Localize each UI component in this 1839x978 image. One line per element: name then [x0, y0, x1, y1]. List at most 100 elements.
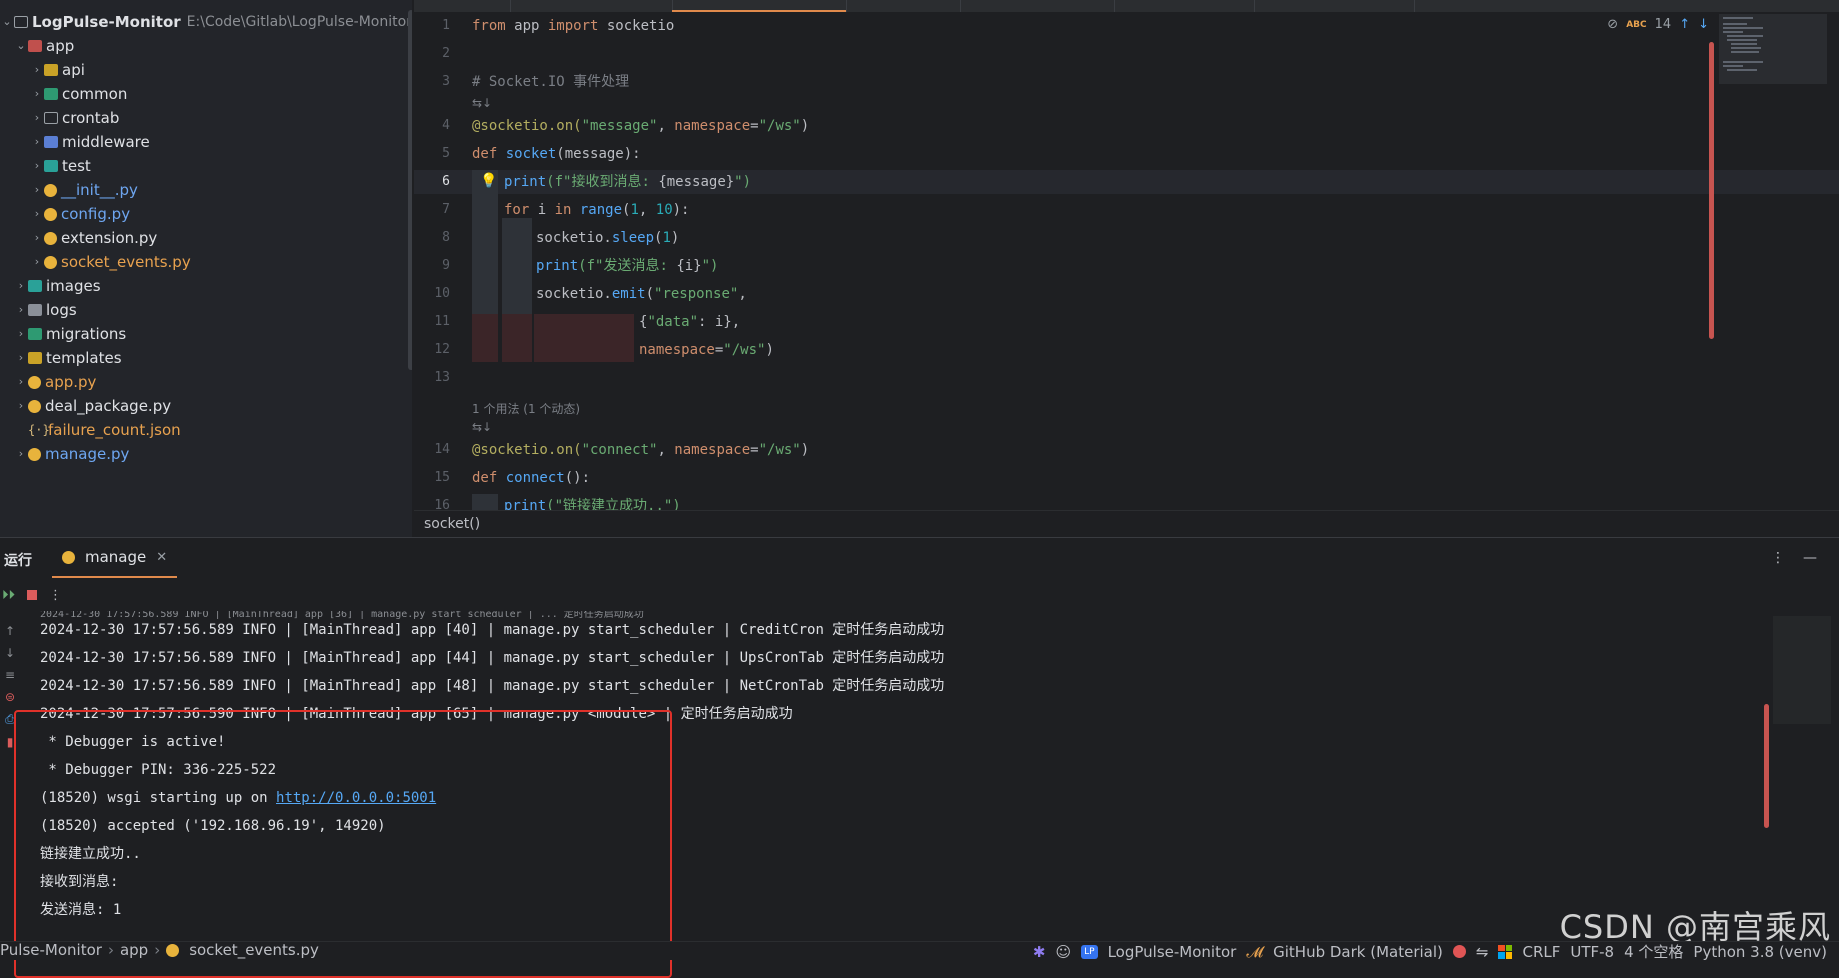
stop-icon[interactable]: [27, 590, 37, 600]
line-number: 10: [434, 286, 450, 301]
line-number: 3: [442, 74, 450, 89]
code-line[interactable]: for i in range(1, 10):: [504, 198, 689, 222]
status-line-ending[interactable]: CRLF: [1522, 943, 1560, 961]
breadcrumb[interactable]: socket(): [424, 516, 480, 532]
minimize-icon[interactable]: —: [1803, 550, 1817, 566]
git-icon[interactable]: ⇋: [1476, 943, 1489, 961]
scroll-to-end-icon[interactable]: ⊜: [5, 690, 15, 704]
tree-item-label: manage.py: [45, 445, 130, 463]
chevron-down-icon[interactable]: ⌄: [14, 32, 28, 60]
active-tab-indicator: [672, 10, 846, 12]
python-file-icon: [62, 550, 75, 564]
line-number: 7: [442, 202, 450, 217]
code-line[interactable]: # Socket.IO 事件处理: [472, 70, 629, 94]
python-file-icon: [44, 255, 57, 269]
theme-icon: 𝓜: [1246, 942, 1264, 961]
run-tab-label: manage: [85, 548, 147, 566]
line-number: 8: [442, 230, 450, 245]
soft-wrap-icon[interactable]: ≡: [5, 668, 15, 682]
editor-inspection-widget[interactable]: ⊘ ABC 14 ↑ ↓: [1607, 17, 1709, 32]
line-number: 4: [442, 118, 450, 133]
code-line[interactable]: from app import socketio: [472, 14, 674, 38]
python-file-icon: [28, 399, 41, 413]
code-editor[interactable]: 1 2 3 4 5 6 7 8 9 10 11 12 13 14 15 16 💡…: [414, 0, 1839, 537]
ai-assistant-icon[interactable]: ✱: [1033, 943, 1046, 961]
arrow-up-icon[interactable]: ↑: [1679, 17, 1690, 32]
code-line[interactable]: print(f"接收到消息: {message}"): [504, 170, 751, 194]
chevron-right-icon[interactable]: ›: [14, 392, 28, 420]
folder-icon: [14, 16, 28, 28]
scroll-down-icon[interactable]: ↓: [5, 646, 15, 660]
annotation-highlight-box: [14, 710, 672, 978]
run-tab-manage[interactable]: manage ✕: [52, 538, 178, 578]
more-options-icon[interactable]: ⋮: [1771, 550, 1785, 566]
chevron-right-icon[interactable]: ›: [14, 440, 28, 468]
tree-scrollbar[interactable]: [408, 10, 412, 370]
console-line: 2024-12-30 17:57:56.589 INFO | [MainThre…: [40, 650, 945, 666]
usage-hint[interactable]: 1 个用法 (1 个动态): [472, 400, 580, 417]
rerun-icon[interactable]: ⏵⏵: [2, 588, 15, 603]
status-encoding[interactable]: UTF-8: [1570, 943, 1614, 961]
close-icon[interactable]: ✕: [156, 550, 167, 565]
code-line[interactable]: {"data": i},: [639, 310, 740, 334]
console-minimap[interactable]: [1773, 616, 1831, 724]
chevron-right-icon: ›: [107, 941, 114, 959]
python-file-icon: [28, 375, 41, 389]
code-line[interactable]: @socketio.on("message", namespace="/ws"): [472, 114, 809, 138]
console-line: 2024-12-30 17:57:56.589 INFO | [MainThre…: [40, 622, 945, 638]
editor-tab-strip[interactable]: [414, 0, 1839, 12]
more-options-icon[interactable]: ⋮: [49, 588, 62, 603]
code-line[interactable]: @socketio.on("connect", namespace="/ws"): [472, 438, 809, 462]
line-number: 14: [434, 442, 450, 457]
run-header: 运行 manage ✕ ⋮ —: [0, 538, 1839, 578]
line-number: 9: [442, 258, 450, 273]
editor-scrollbar[interactable]: [1709, 42, 1714, 339]
json-file-icon: {·}: [28, 423, 50, 437]
line-number: 6: [442, 174, 450, 189]
folder-icon: [28, 280, 42, 292]
error-indicator-icon[interactable]: [1452, 945, 1466, 958]
line-number: 13: [434, 370, 450, 385]
project-path: E:\Code\Gitlab\LogPulse-Monitor: [186, 14, 412, 30]
code-line[interactable]: namespace="/ws"): [639, 338, 774, 362]
folder-icon: [28, 304, 42, 316]
arrow-down-icon[interactable]: ↓: [1698, 17, 1709, 32]
python-file-icon: [44, 231, 57, 245]
inlay-hint-icon[interactable]: ⇆↓: [472, 420, 492, 434]
eye-off-icon[interactable]: ⊘: [1607, 17, 1618, 32]
code-line[interactable]: print(f"发送消息: {i}"): [536, 254, 718, 278]
copilot-icon[interactable]: ☺: [1055, 943, 1071, 961]
status-path-item[interactable]: socket_events.py: [189, 941, 319, 959]
folder-icon: [44, 136, 58, 148]
code-line[interactable]: def connect():: [472, 466, 590, 490]
project-tree-panel: ⌄ LogPulse-Monitor E:\Code\Gitlab\LogPul…: [0, 0, 412, 537]
scroll-up-icon[interactable]: ↑: [5, 624, 15, 638]
problems-count[interactable]: 14: [1655, 17, 1672, 32]
trash-icon[interactable]: ▮: [7, 735, 14, 749]
code-line[interactable]: def socket(message):: [472, 142, 641, 166]
project-badge: LP: [1081, 944, 1098, 959]
folder-icon: [44, 64, 58, 76]
chevron-down-icon[interactable]: ⌄: [0, 8, 14, 36]
run-tool-window: 运行 manage ✕ ⋮ — ⏵⏵ ⋮ ↑ ↓ ≡ ⊜ ⎙ ▮ 2024-12…: [0, 537, 1839, 978]
code-line[interactable]: socketio.emit("response",: [536, 282, 747, 306]
status-theme[interactable]: GitHub Dark (Material): [1273, 943, 1443, 961]
code-line[interactable]: print("链接建立成功.."): [504, 494, 681, 510]
inlay-hint-icon[interactable]: ⇆↓: [472, 96, 492, 110]
folder-icon: [44, 112, 58, 124]
run-toolbar: ⏵⏵ ⋮: [0, 582, 82, 608]
chevron-right-icon: ›: [154, 941, 161, 959]
line-number: 11: [434, 314, 450, 329]
code-line[interactable]: socketio.sleep(1): [536, 226, 679, 250]
editor-breadcrumb-bar: socket(): [414, 510, 1839, 537]
status-project[interactable]: LogPulse-Monitor: [1108, 943, 1237, 961]
line-number: 1: [442, 18, 450, 33]
lightbulb-icon[interactable]: 💡: [480, 173, 497, 189]
tree-item-manage-py[interactable]: › manage.py: [14, 440, 130, 468]
spellcheck-icon[interactable]: ABC: [1626, 20, 1646, 30]
status-path-item[interactable]: Pulse-Monitor: [0, 941, 102, 959]
editor-minimap[interactable]: [1719, 14, 1827, 84]
console-scrollbar[interactable]: [1764, 704, 1769, 828]
status-path-item[interactable]: app: [120, 941, 148, 959]
status-interpreter[interactable]: Python 3.8 (venv): [1693, 943, 1827, 961]
